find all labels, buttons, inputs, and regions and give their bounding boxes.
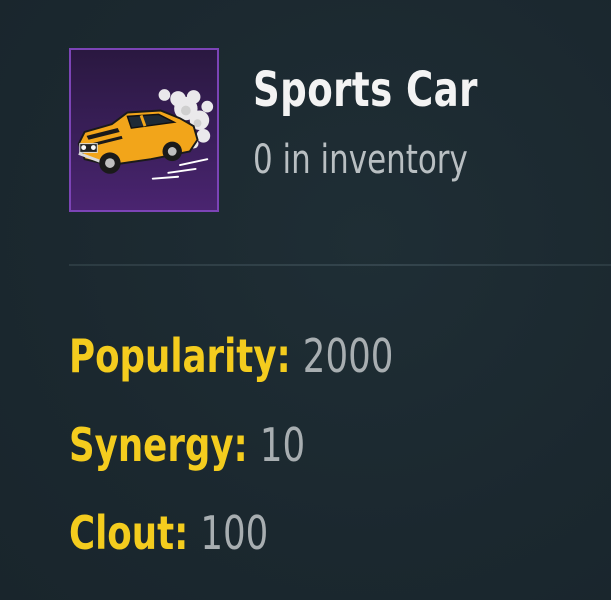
stat-row-popularity: Popularity: 2000 — [69, 333, 393, 379]
divider — [69, 264, 611, 266]
item-thumbnail — [69, 48, 219, 212]
stat-row-clout: Clout: 100 — [69, 510, 268, 556]
stat-label: Synergy: — [69, 418, 248, 472]
inventory-count: 0 in inventory — [253, 137, 468, 183]
stat-value: 2000 — [302, 329, 394, 383]
item-name: Sports Car — [253, 62, 478, 118]
stat-value: 100 — [200, 506, 269, 560]
item-detail-panel: Sports Car 0 in inventory Popularity: 200… — [0, 0, 611, 600]
stat-value: 10 — [259, 418, 306, 472]
sports-car-icon — [77, 89, 214, 180]
stat-row-synergy: Synergy: 10 — [69, 422, 305, 468]
stat-label: Popularity: — [69, 329, 291, 383]
stat-label: Clout: — [69, 506, 189, 560]
